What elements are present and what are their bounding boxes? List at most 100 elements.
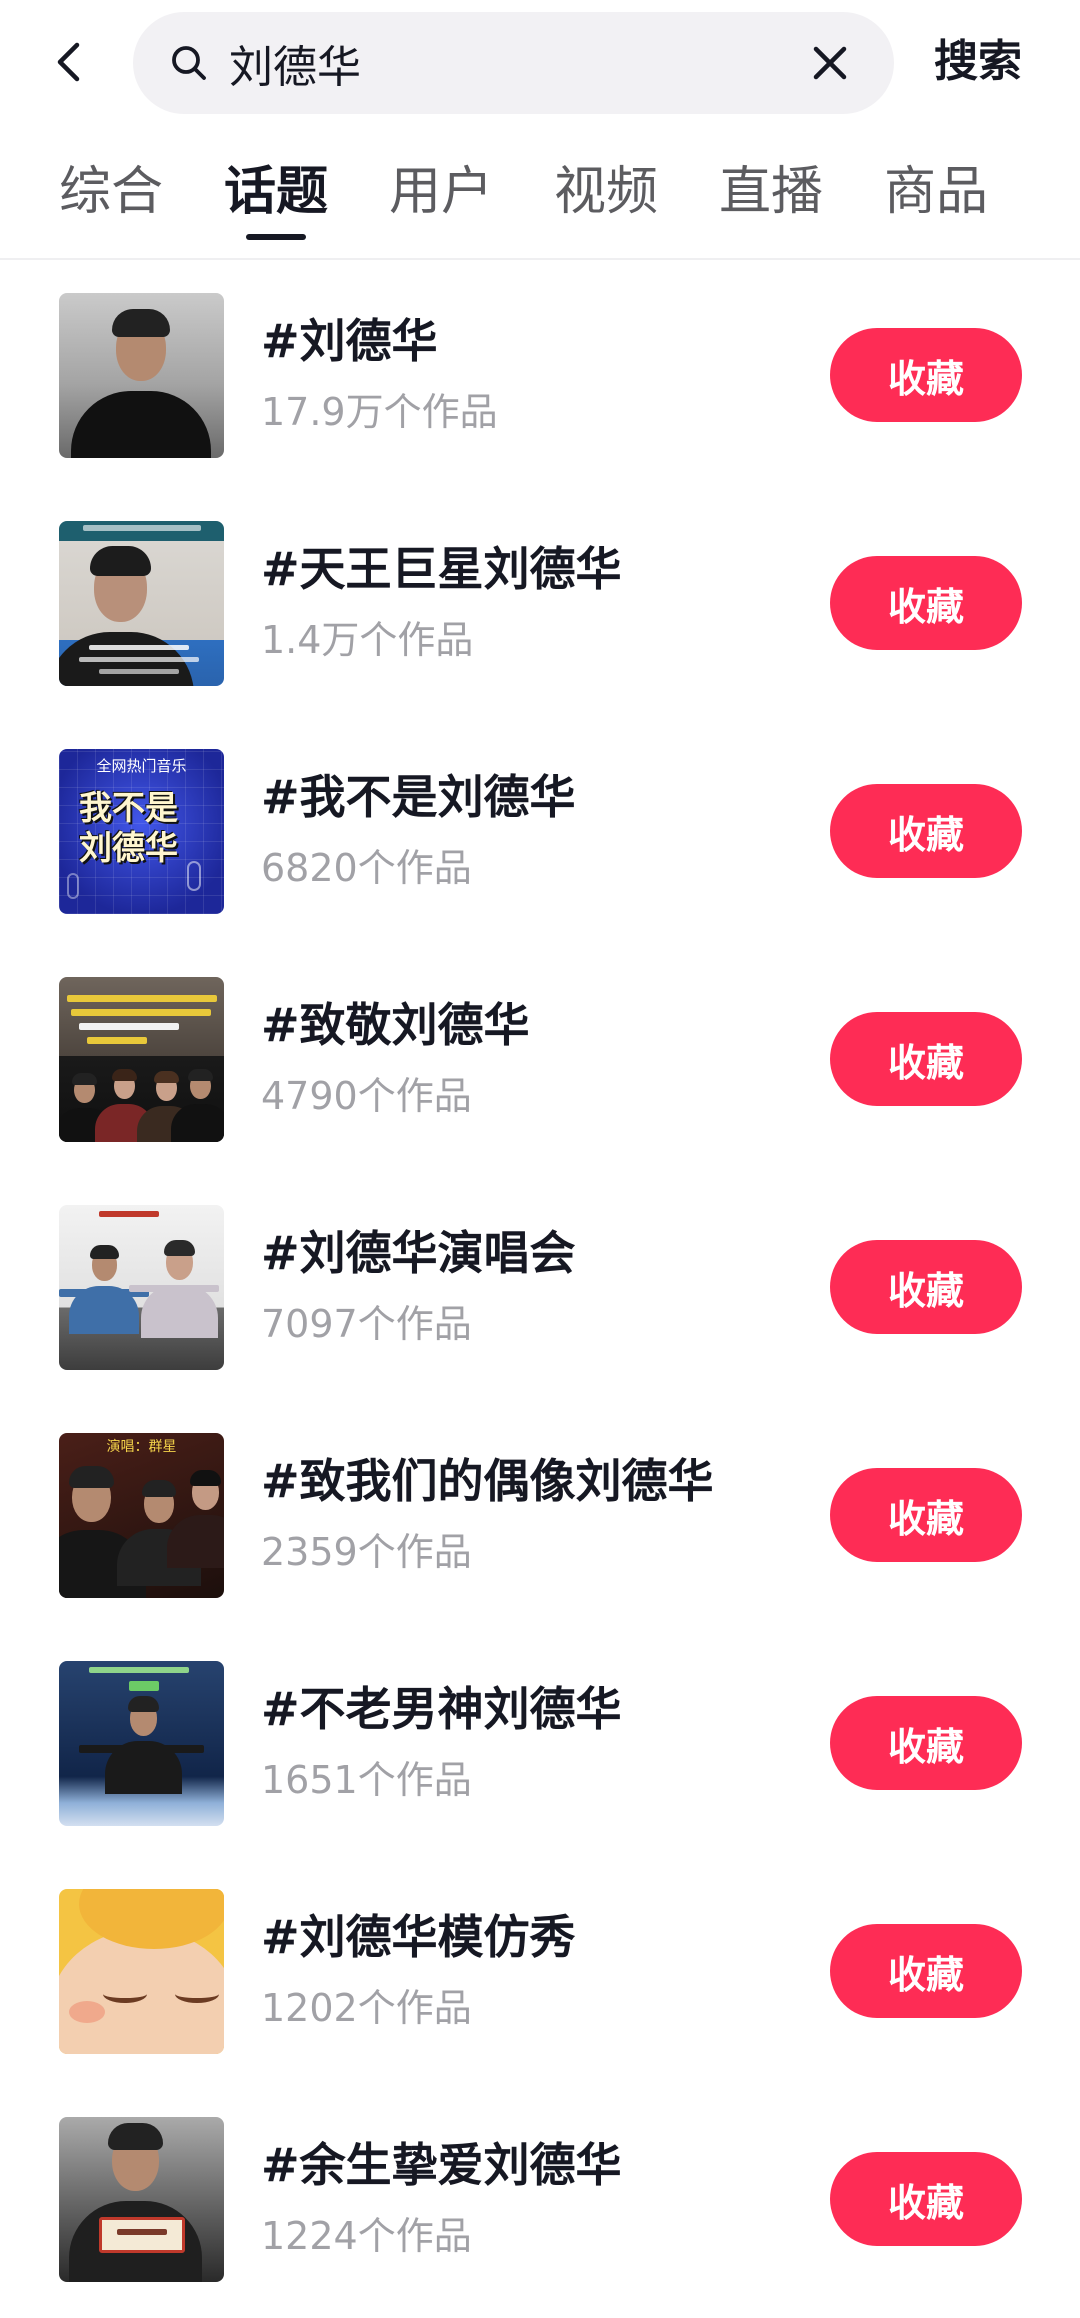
favorite-button[interactable]: 收藏 <box>830 1012 1022 1106</box>
topic-thumbnail[interactable] <box>59 1660 224 1826</box>
search-bar[interactable] <box>133 12 894 114</box>
topic-count: 1651个作品 <box>261 1757 472 1802</box>
topic-title: #刘德华模仿秀 <box>261 1909 576 1964</box>
topic-thumbnail[interactable] <box>59 1888 224 2054</box>
back-button[interactable] <box>46 38 94 86</box>
topic-text: #天王巨星刘德华 1.4万个作品 <box>261 541 830 666</box>
tab-label: 视频 <box>554 162 659 222</box>
topic-title: #天王巨星刘德华 <box>261 541 622 596</box>
topic-row[interactable]: #天王巨星刘德华 1.4万个作品 收藏 <box>0 489 1080 717</box>
favorite-button[interactable]: 收藏 <box>830 2152 1022 2246</box>
guitar-icon <box>67 872 79 899</box>
favorite-button[interactable]: 收藏 <box>830 784 1022 878</box>
close-icon[interactable] <box>811 44 849 82</box>
topic-thumbnail[interactable] <box>59 976 224 1142</box>
topic-row[interactable]: #刘德华演唱会 7097个作品 收藏 <box>0 1173 1080 1401</box>
tab-label: 直播 <box>719 162 824 222</box>
person-hair <box>72 1073 97 1085</box>
topic-thumbnail[interactable] <box>59 1204 224 1370</box>
chevron-left-icon <box>57 42 80 82</box>
tab-label: 用户 <box>389 162 494 222</box>
topic-thumbnail[interactable] <box>59 292 224 458</box>
tab-products[interactable]: 商品 <box>884 160 988 224</box>
photo-person <box>171 1069 224 1142</box>
topic-text: #致我们的偶像刘德华 2359个作品 <box>261 1453 830 1578</box>
tab-videos[interactable]: 视频 <box>554 160 658 224</box>
topic-row[interactable]: #余生挚爱刘德华 1224个作品 收藏 <box>0 2085 1080 2313</box>
thumbnail-caption: 演唱：群星 <box>106 1438 177 1455</box>
person-hair <box>189 1470 222 1486</box>
topic-text: #不老男神刘德华 1651个作品 <box>261 1681 830 1806</box>
image-detail <box>99 668 179 674</box>
topic-title: #不老男神刘德华 <box>261 1681 622 1736</box>
person-hair <box>89 1244 119 1259</box>
topic-row[interactable]: #刘德华模仿秀 1202个作品 收藏 <box>0 1857 1080 2085</box>
favorite-button[interactable]: 收藏 <box>830 1696 1022 1790</box>
image-detail <box>99 1210 159 1217</box>
favorite-button[interactable]: 收藏 <box>830 1924 1022 2018</box>
favorite-button[interactable]: 收藏 <box>830 328 1022 422</box>
topic-count: 2359个作品 <box>261 1529 472 1574</box>
topic-row[interactable]: #致敬刘德华 4790个作品 收藏 <box>0 945 1080 1173</box>
image-detail <box>129 1680 159 1691</box>
photo-person <box>167 1470 224 1569</box>
topic-row[interactable]: 全网热门音乐 我不是 刘德华 #我不是刘德华 6820个作品 收藏 <box>0 717 1080 945</box>
topic-row[interactable]: 演唱：群星 #致我们的偶像刘德华 2359个作品 收藏 <box>0 1401 1080 1629</box>
photo-person <box>59 546 194 686</box>
person-body <box>171 1103 224 1142</box>
tab-label: 话题 <box>224 162 329 222</box>
image-detail <box>71 1008 211 1016</box>
topic-list: #刘德华 17.9万个作品 收藏 #天王巨星刘德华 1.4万个作品 收藏 全网热门音乐 我不是… <box>0 261 1080 2313</box>
red-scroll <box>99 2216 185 2253</box>
search-button[interactable]: 搜索 <box>934 32 1022 92</box>
topic-thumbnail[interactable] <box>59 520 224 686</box>
tab-users[interactable]: 用户 <box>389 160 493 224</box>
topic-thumbnail[interactable] <box>59 2116 224 2282</box>
person-hair <box>163 1240 196 1256</box>
tab-general[interactable]: 综合 <box>59 160 163 224</box>
topic-text: #刘德华模仿秀 1202个作品 <box>261 1909 830 2034</box>
topic-count: 1224个作品 <box>261 2213 472 2258</box>
cartoon-eye <box>175 1985 219 2003</box>
topic-count: 7097个作品 <box>261 1301 472 1346</box>
tab-live[interactable]: 直播 <box>719 160 823 224</box>
person-hair <box>188 1069 213 1081</box>
image-detail <box>87 1036 147 1044</box>
search-icon <box>169 43 209 83</box>
topic-text: #致敬刘德华 4790个作品 <box>261 997 830 1122</box>
cartoon-cheek <box>69 2000 105 2023</box>
photo-person <box>71 308 211 458</box>
image-detail <box>117 2228 167 2235</box>
tab-topics[interactable]: 话题 <box>224 160 329 240</box>
topic-title: #刘德华 <box>261 313 438 368</box>
divider <box>0 258 1080 260</box>
image-detail <box>89 1666 189 1673</box>
image-detail <box>67 994 217 1002</box>
search-input[interactable] <box>229 33 789 93</box>
person-hair <box>107 2122 164 2150</box>
topic-row[interactable]: #刘德华 17.9万个作品 收藏 <box>0 261 1080 489</box>
favorite-button[interactable]: 收藏 <box>830 1468 1022 1562</box>
topic-thumbnail[interactable]: 全网热门音乐 我不是 刘德华 <box>59 748 224 914</box>
topic-count: 4790个作品 <box>261 1073 472 1118</box>
image-detail <box>129 1284 219 1292</box>
thumbnail-headline: 刘德华 <box>79 827 178 867</box>
person-body <box>167 1515 224 1568</box>
topic-text: #刘德华演唱会 7097个作品 <box>261 1225 830 1350</box>
topic-title: #余生挚爱刘德华 <box>261 2137 622 2192</box>
image-detail <box>89 644 189 650</box>
topic-text: #余生挚爱刘德华 1224个作品 <box>261 2137 830 2262</box>
topic-count: 1.4万个作品 <box>261 617 474 662</box>
topic-row[interactable]: #不老男神刘德华 1651个作品 收藏 <box>0 1629 1080 1857</box>
person-body <box>141 1285 218 1338</box>
favorite-button[interactable]: 收藏 <box>830 556 1022 650</box>
image-detail <box>83 524 201 531</box>
topic-count: 1202个作品 <box>261 1985 472 2030</box>
topic-thumbnail[interactable]: 演唱：群星 <box>59 1432 224 1598</box>
image-detail <box>79 1022 179 1030</box>
topic-title: #致敬刘德华 <box>261 997 530 1052</box>
photo-person <box>69 2122 202 2282</box>
person-hair <box>90 546 151 576</box>
topic-text: #刘德华 17.9万个作品 <box>261 313 830 438</box>
favorite-button[interactable]: 收藏 <box>830 1240 1022 1334</box>
